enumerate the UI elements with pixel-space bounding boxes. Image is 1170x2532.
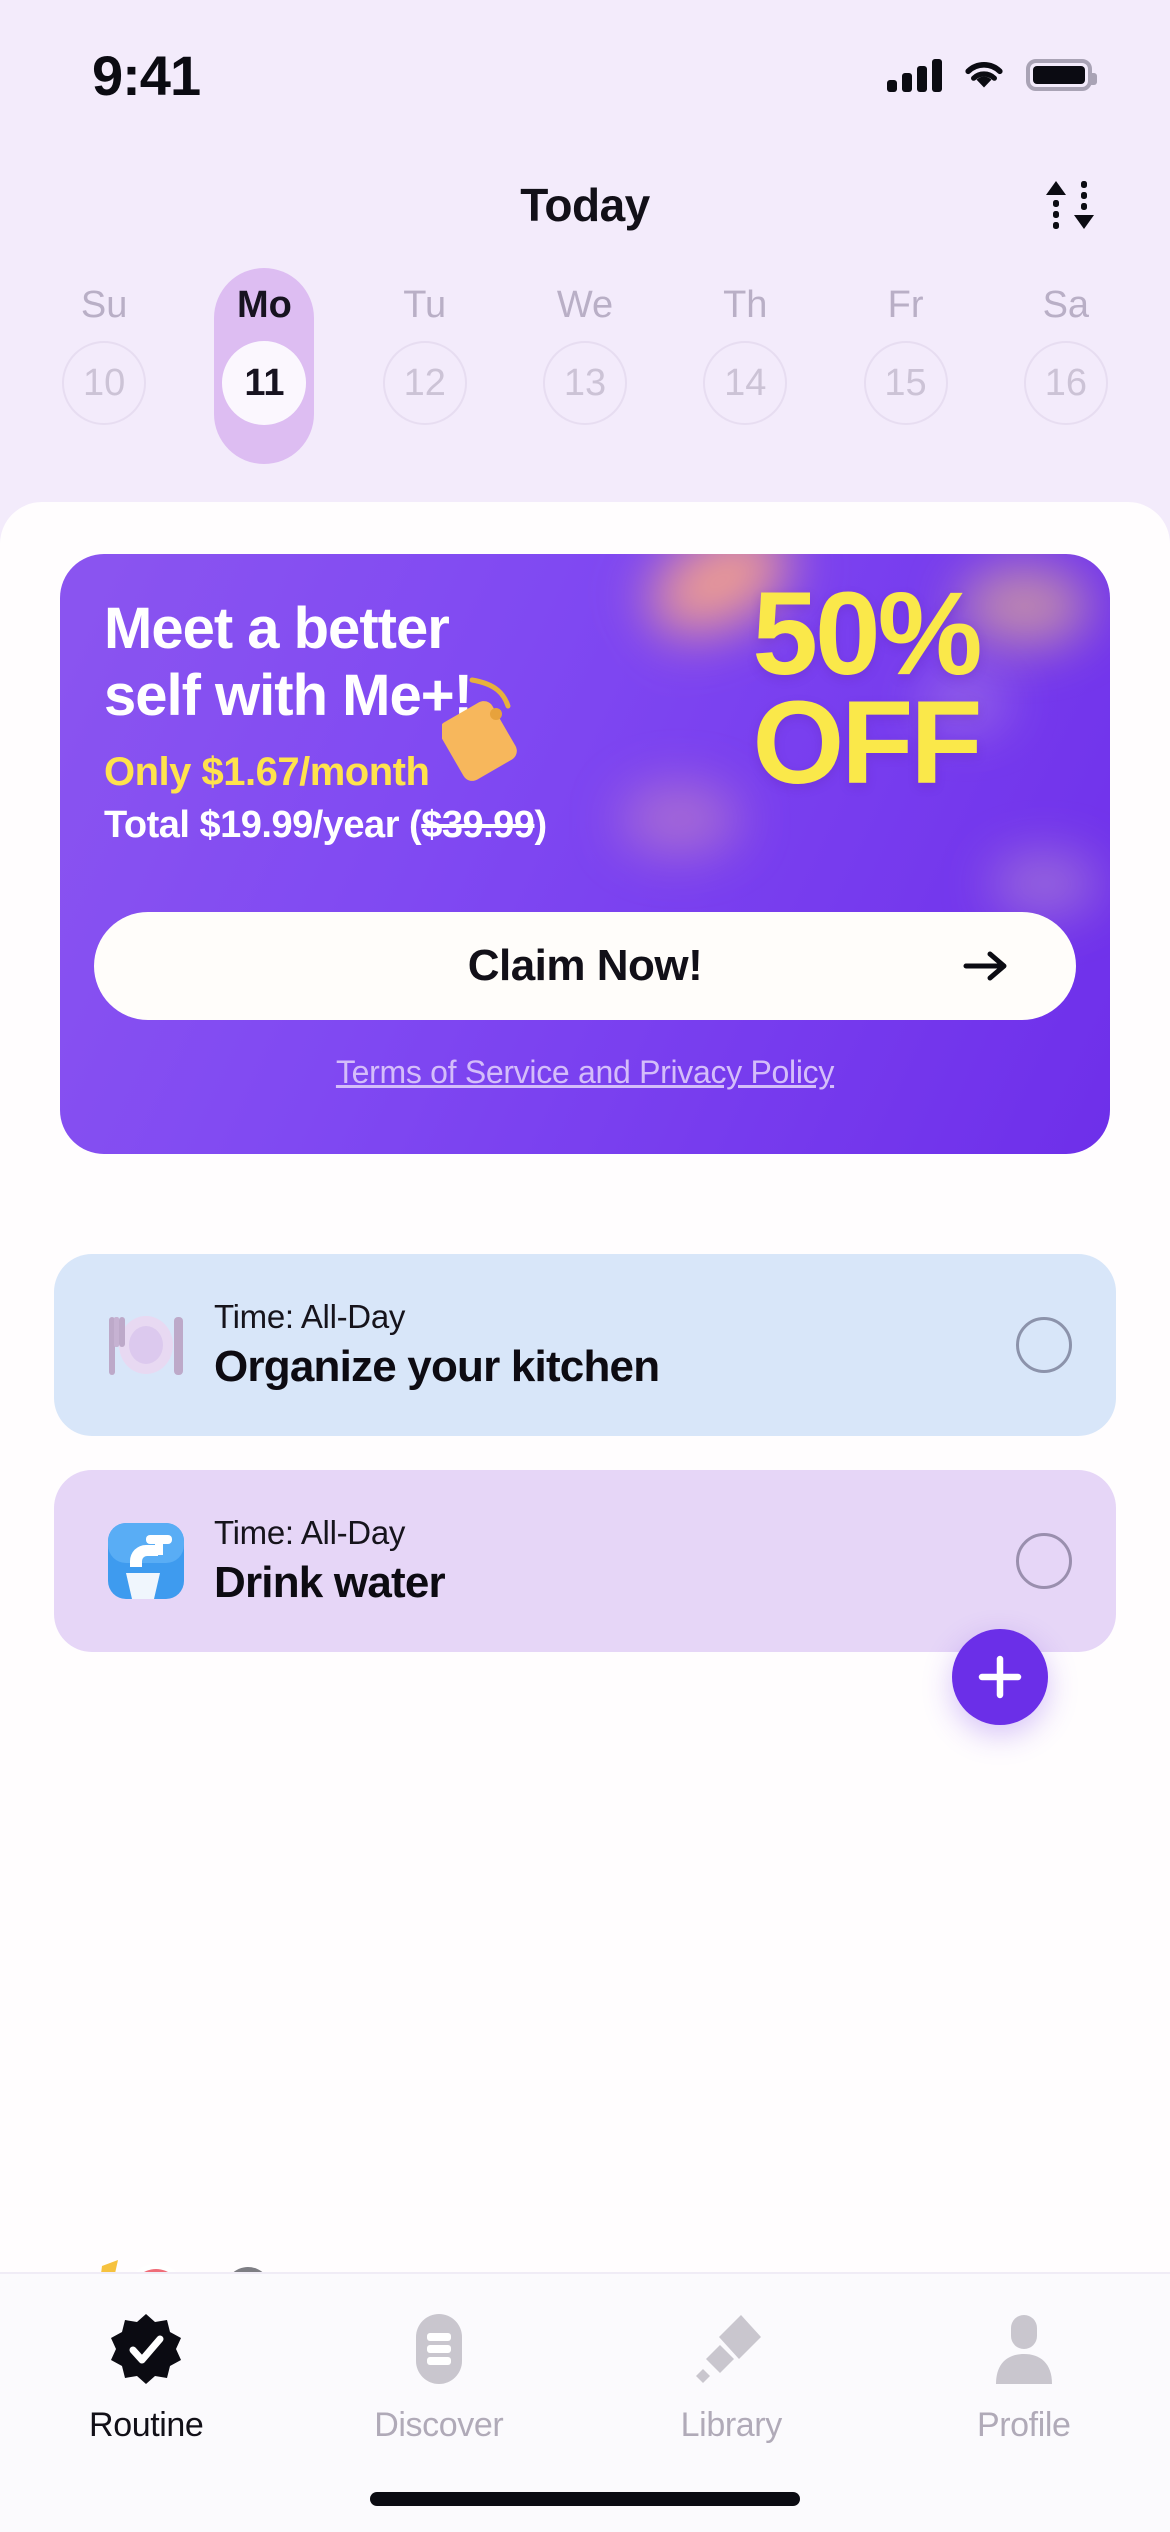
plate-fork-knife-icon xyxy=(100,1299,192,1391)
week-strip: Su 10 Mo 11 Tu 12 We 13 Th 14 Fr 15 Sa 1… xyxy=(0,268,1170,498)
discount-off: OFF xyxy=(752,676,983,809)
claim-now-button[interactable]: Claim Now! xyxy=(94,912,1076,1020)
day-number: 14 xyxy=(703,341,788,425)
week-day-su[interactable]: Su 10 xyxy=(40,268,168,425)
day-label: Fr xyxy=(887,284,924,326)
price-tag-icon xyxy=(442,677,517,781)
page-title: Today xyxy=(520,179,650,231)
day-label: Su xyxy=(80,284,128,326)
promo-title-line1: Meet a better xyxy=(104,596,450,661)
task-text: Time: All-Day Drink water xyxy=(214,1514,1016,1608)
week-day-tu[interactable]: Tu 12 xyxy=(361,268,489,425)
task-checkbox[interactable] xyxy=(1016,1533,1072,1589)
list-rounded-icon xyxy=(404,2308,474,2390)
day-label: We xyxy=(556,284,614,326)
sort-button[interactable] xyxy=(1028,163,1112,247)
promo-banner[interactable]: Meet a better self with Me+! Only $1.67/… xyxy=(60,554,1110,1154)
plus-icon xyxy=(978,1655,1022,1699)
task-time: Time: All-Day xyxy=(214,1514,406,1551)
home-indicator xyxy=(370,2492,800,2506)
tab-label: Routine xyxy=(89,2406,204,2444)
day-number: 11 xyxy=(222,341,307,425)
water-faucet-icon xyxy=(100,1515,192,1607)
terms-link[interactable]: Terms of Service and Privacy Policy xyxy=(60,1054,1110,1091)
promo-original-price: $39.99 xyxy=(421,804,535,846)
app-header: Today xyxy=(0,150,1170,260)
day-number: 15 xyxy=(863,341,948,425)
week-day-fr[interactable]: Fr 15 xyxy=(842,268,970,425)
day-number: 16 xyxy=(1023,341,1108,425)
promo-monthly-price: Only $1.67/month xyxy=(104,750,430,794)
check-badge-icon xyxy=(108,2308,184,2390)
day-label: Th xyxy=(723,284,768,326)
tab-label: Library xyxy=(680,2406,783,2444)
claim-now-label: Claim Now! xyxy=(467,941,703,990)
tab-label: Profile xyxy=(976,2406,1071,2444)
promo-total-price: Total $19.99/year ($39.99) xyxy=(104,804,547,847)
week-day-we[interactable]: We 13 xyxy=(521,268,649,425)
tab-routine[interactable]: Routine xyxy=(0,2308,293,2445)
day-label: Mo xyxy=(236,284,292,326)
cellular-bars-icon xyxy=(887,58,942,92)
tab-library[interactable]: Library xyxy=(585,2308,878,2445)
task-row[interactable]: Time: All-Day Drink water xyxy=(54,1470,1116,1652)
promo-total-prefix: Total $19.99/year ( xyxy=(104,804,422,846)
promo-title-line2: self with Me+! xyxy=(104,662,473,728)
wifi-icon xyxy=(965,62,1003,88)
add-task-fab[interactable] xyxy=(952,1629,1048,1725)
sort-arrows-icon xyxy=(1046,181,1094,229)
diamonds-icon xyxy=(693,2308,769,2390)
promo-total-suffix: ) xyxy=(534,804,547,846)
week-day-th[interactable]: Th 14 xyxy=(681,268,809,425)
task-checkbox[interactable] xyxy=(1016,1317,1072,1373)
week-day-mo[interactable]: Mo 11 xyxy=(200,268,328,464)
tab-profile[interactable]: Profile xyxy=(878,2308,1170,2445)
confetti-glow xyxy=(990,854,1100,914)
day-number: 10 xyxy=(62,341,147,425)
task-title: Drink water xyxy=(214,1558,446,1607)
status-bar: 9:41 xyxy=(0,0,1170,150)
promo-title: Meet a better self with Me+! xyxy=(104,596,664,729)
status-bar-time: 9:41 xyxy=(92,43,201,107)
day-label: Tu xyxy=(403,284,447,326)
day-number: 12 xyxy=(382,341,467,425)
discount-badge: 50% OFF xyxy=(656,568,1076,809)
day-label: Sa xyxy=(1042,284,1090,326)
task-row[interactable]: Time: All-Day Organize your kitchen xyxy=(54,1254,1116,1436)
bottom-tab-bar: Routine Discover Library Profile xyxy=(0,2272,1170,2532)
week-day-sa[interactable]: Sa 16 xyxy=(1002,268,1130,425)
day-number: 13 xyxy=(542,341,627,425)
tab-discover[interactable]: Discover xyxy=(293,2308,586,2445)
arrow-right-icon xyxy=(963,951,1007,981)
status-bar-icons xyxy=(887,58,1097,92)
discount-percent: 50% xyxy=(752,568,982,700)
person-icon xyxy=(988,2308,1060,2390)
task-text: Time: All-Day Organize your kitchen xyxy=(214,1298,1016,1392)
tab-label: Discover xyxy=(374,2406,504,2444)
content-sheet: Meet a better self with Me+! Only $1.67/… xyxy=(0,502,1170,2422)
task-title: Organize your kitchen xyxy=(214,1342,660,1391)
battery-full-icon xyxy=(1026,59,1097,91)
task-time: Time: All-Day xyxy=(214,1298,406,1335)
